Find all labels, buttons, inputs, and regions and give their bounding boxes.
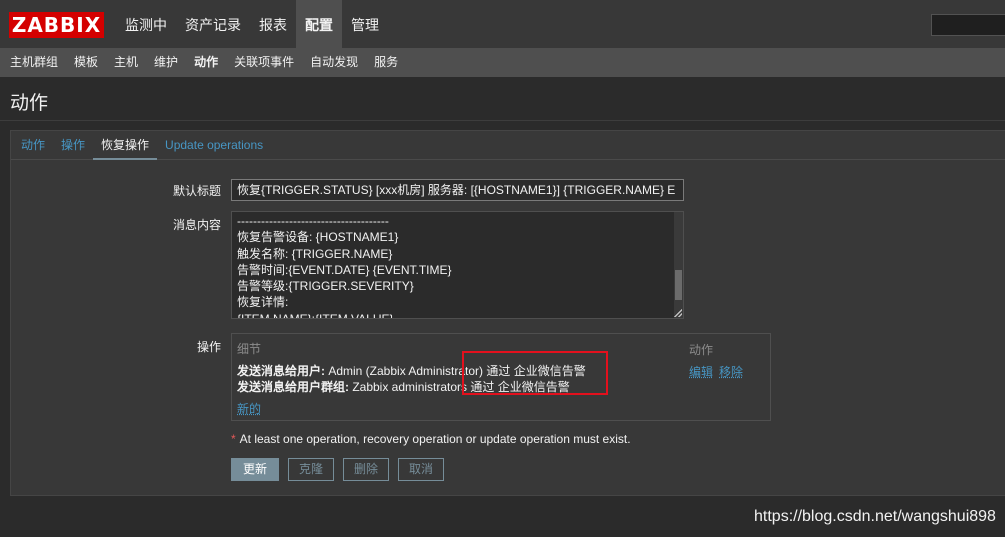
message-scrollbar[interactable]: [674, 212, 683, 318]
sub-menu-templates[interactable]: 模板: [66, 48, 106, 77]
message-line: --------------------------------------: [237, 214, 389, 228]
new-operation-link[interactable]: 新的: [237, 402, 261, 416]
watermark-text: https://blog.csdn.net/wangshui898: [754, 508, 996, 525]
operation-row: 发送消息给用户: Admin (Zabbix Administrator) 通过…: [237, 362, 586, 379]
action-form-panel: 动作 操作 恢复操作 Update operations 默认标题 恢复{TRI…: [10, 130, 1005, 496]
operation-detail: Admin (Zabbix Administrator) 通过 企业微信告警: [325, 364, 586, 378]
sub-menu-hosts[interactable]: 主机: [106, 48, 146, 77]
message-line: 恢复告警设备: {HOSTNAME1}: [237, 230, 399, 245]
sub-menu-services[interactable]: 服务: [366, 48, 406, 77]
main-menu-configuration[interactable]: 配置: [296, 0, 342, 48]
main-menu-administration[interactable]: 管理: [342, 0, 388, 48]
tab-operations[interactable]: 操作: [53, 131, 93, 160]
operations-col-detail: 细节: [237, 342, 262, 356]
operation-row: 发送消息给用户群组: Zabbix administrators 通过 企业微信…: [237, 378, 570, 395]
operations-table: 细节 动作 发送消息给用户: Admin (Zabbix Administrat…: [231, 333, 771, 421]
message-line: {ITEM.NAME}:{ITEM.VALUE}: [237, 311, 394, 319]
sub-menu-maintenance[interactable]: 维护: [146, 48, 186, 77]
top-header: ZABBIX 监测中 资产记录 报表 配置 管理: [0, 0, 1005, 48]
main-menu-inventory[interactable]: 资产记录: [176, 0, 250, 48]
main-menu-monitoring[interactable]: 监测中: [116, 0, 176, 48]
subject-input[interactable]: 恢复{TRIGGER.STATUS} [xxx机房] 服务器: [{HOSTNA…: [231, 179, 684, 201]
sub-menu-host-groups[interactable]: 主机群组: [2, 48, 66, 77]
main-menu-reports[interactable]: 报表: [250, 0, 296, 48]
cancel-button[interactable]: 取消: [398, 458, 445, 481]
message-scrollbar-thumb[interactable]: [675, 270, 682, 300]
subject-label: 默认标题: [172, 184, 221, 198]
operations-note-text: At least one operation, recovery operati…: [239, 432, 631, 446]
zabbix-logo[interactable]: ZABBIX: [9, 12, 104, 38]
message-line: 告警时间:{EVENT.DATE} {EVENT.TIME}: [237, 262, 452, 277]
delete-button[interactable]: 删除: [343, 458, 390, 481]
sub-menu: 主机群组 模板 主机 维护 动作 关联项事件 自动发现 服务: [0, 48, 1005, 77]
operations-col-action: 动作: [689, 343, 714, 357]
title-divider: [0, 120, 1005, 121]
message-textarea[interactable]: -------------------------------------- 恢…: [231, 211, 684, 319]
update-button[interactable]: 更新: [231, 458, 280, 481]
main-menu: 监测中 资产记录 报表 配置 管理: [116, 0, 388, 48]
required-star: *: [231, 432, 236, 446]
message-line: 触发名称: {TRIGGER.NAME}: [237, 246, 393, 261]
operation-actions: 编辑 移除: [689, 363, 743, 380]
operation-type: 发送消息给用户群组:: [237, 380, 349, 394]
operations-note: * At least one operation, recovery operat…: [231, 432, 631, 446]
new-operation-wrapper: 新的: [237, 400, 261, 417]
tab-update-operations[interactable]: Update operations: [157, 131, 271, 160]
sub-menu-actions[interactable]: 动作: [186, 48, 226, 77]
sub-menu-discovery[interactable]: 自动发现: [302, 48, 366, 77]
operation-type: 发送消息给用户:: [237, 364, 325, 378]
page-title: 动作: [10, 93, 49, 114]
search-input[interactable]: [931, 14, 1005, 36]
sub-menu-event-correlation[interactable]: 关联项事件: [226, 48, 302, 77]
form-tabs: 动作 操作 恢复操作 Update operations: [11, 131, 1005, 160]
tab-action[interactable]: 动作: [13, 131, 53, 160]
message-content: -------------------------------------- 恢…: [237, 213, 667, 319]
message-line: 告警等级:{TRIGGER.SEVERITY}: [237, 279, 414, 294]
form-buttons: 更新 克隆 删除 取消: [231, 458, 445, 481]
message-line: 恢复详情:: [237, 295, 289, 310]
edit-operation-link[interactable]: 编辑: [689, 363, 713, 380]
operation-detail: Zabbix administrators 通过 企业微信告警: [349, 380, 570, 394]
clone-button[interactable]: 克隆: [288, 458, 335, 481]
remove-operation-link[interactable]: 移除: [719, 363, 743, 380]
message-label: 消息内容: [172, 218, 221, 232]
resize-handle-icon[interactable]: [674, 309, 682, 317]
tab-recovery-operations[interactable]: 恢复操作: [93, 131, 158, 160]
operations-label: 操作: [196, 340, 221, 354]
